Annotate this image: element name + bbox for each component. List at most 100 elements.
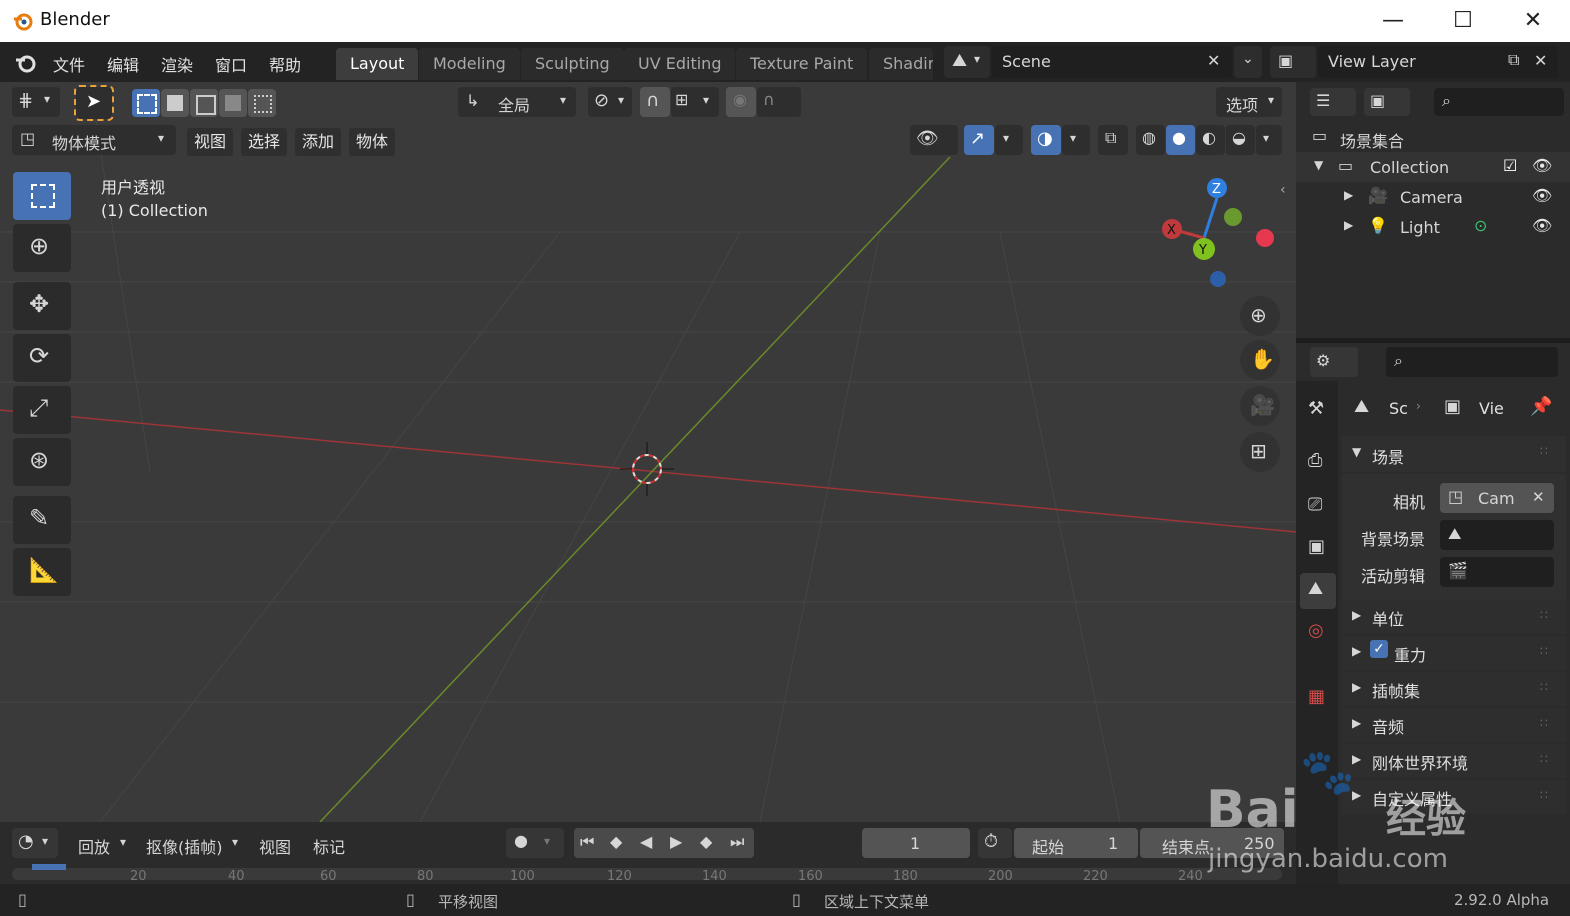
- view-layer-browse-button[interactable]: ▣: [1270, 46, 1316, 78]
- tab-render[interactable]: ⎙: [1300, 445, 1336, 481]
- tab-tool[interactable]: ⚒: [1300, 393, 1336, 429]
- tab-texture[interactable]: ▦: [1300, 681, 1336, 717]
- drag-handle-icon[interactable]: ∷: [1540, 752, 1548, 766]
- outliner-search-input[interactable]: ⌕: [1434, 88, 1564, 116]
- xray-toggle[interactable]: ⧉: [1098, 125, 1128, 155]
- frame-start-field[interactable]: 起始 1: [1014, 828, 1138, 858]
- drag-handle-icon[interactable]: ∷: [1540, 444, 1548, 458]
- prev-keyframe-icon[interactable]: ◆: [610, 832, 622, 851]
- menu-window[interactable]: 窗口: [215, 52, 247, 76]
- play-icon[interactable]: ▶: [670, 832, 682, 851]
- tool-rotate[interactable]: ⟳: [13, 334, 71, 382]
- drag-handle-icon[interactable]: ∷: [1540, 608, 1548, 622]
- auto-keying-toggle[interactable]: ● ▾: [506, 828, 564, 858]
- close-icon[interactable]: ✕: [1532, 488, 1545, 506]
- mode-dropdown[interactable]: ◳ 物体模式 ▾: [12, 125, 176, 155]
- shading-rendered[interactable]: ◒: [1226, 125, 1255, 155]
- eye-icon[interactable]: 👁: [1532, 186, 1552, 205]
- checkbox-checked-icon[interactable]: ☑: [1503, 156, 1517, 175]
- pivot-point-dropdown[interactable]: ⊘ ▾: [588, 87, 632, 117]
- options-dropdown[interactable]: 选项 ▾: [1216, 87, 1282, 117]
- menu-view[interactable]: 视图: [259, 834, 291, 858]
- panel-units[interactable]: ▶ 单位 ∷: [1342, 600, 1566, 634]
- play-reverse-icon[interactable]: ◀: [640, 832, 652, 851]
- panel-audio[interactable]: ▶ 音频 ∷: [1342, 708, 1566, 742]
- panel-keying-sets[interactable]: ▶ 插帧集 ∷: [1342, 672, 1566, 706]
- select-mode-subtract-button[interactable]: [190, 89, 218, 117]
- close-icon[interactable]: ✕: [1534, 51, 1547, 70]
- snap-target-dropdown[interactable]: ⊞ ▾: [671, 87, 719, 117]
- duplicate-icon[interactable]: ⧉: [1508, 50, 1519, 70]
- tool-cursor[interactable]: ⊕: [13, 224, 71, 272]
- falloff-dropdown[interactable]: ∩: [757, 87, 801, 117]
- visibility-dropdown[interactable]: 👁: [910, 125, 958, 155]
- next-keyframe-icon[interactable]: ◆: [700, 832, 712, 851]
- expand-arrow-icon[interactable]: ▶: [1344, 188, 1353, 202]
- tab-scene[interactable]: ⛰: [1300, 573, 1336, 609]
- timeline-editor-type-button[interactable]: ◔ ▾: [12, 828, 58, 858]
- menu-edit[interactable]: 编辑: [107, 52, 139, 76]
- menu-select[interactable]: 选择: [241, 128, 288, 156]
- panel-gravity[interactable]: ▶ ✓ 重力 ∷: [1342, 636, 1566, 670]
- tab-shading[interactable]: Shadir: [869, 48, 933, 80]
- view-layer-field[interactable]: View Layer ⧉ ✕: [1318, 46, 1558, 78]
- menu-render[interactable]: 渲染: [161, 52, 193, 76]
- menu-marker[interactable]: 标记: [313, 834, 345, 858]
- eye-icon[interactable]: 👁: [1532, 216, 1552, 235]
- gizmo-dropdown[interactable]: ▾: [995, 125, 1023, 155]
- active-clip-field[interactable]: 🎬: [1440, 557, 1554, 587]
- menu-object[interactable]: 物体: [349, 128, 396, 156]
- scene-name-field[interactable]: Scene ✕: [992, 46, 1232, 78]
- close-icon[interactable]: ✕: [1207, 51, 1220, 70]
- tool-scale[interactable]: ⤢: [13, 386, 71, 434]
- tab-modeling[interactable]: Modeling: [419, 48, 520, 80]
- drag-handle-icon[interactable]: ∷: [1540, 716, 1548, 730]
- expand-arrow-icon[interactable]: ▼: [1314, 158, 1323, 172]
- camera-field[interactable]: ◳ Cam ✕: [1440, 483, 1554, 513]
- shading-wireframe[interactable]: ◍: [1136, 125, 1165, 155]
- tool-annotate[interactable]: ✎: [13, 496, 71, 544]
- zoom-button[interactable]: ⊕: [1240, 296, 1280, 336]
- select-tool-button[interactable]: ➤: [74, 85, 114, 121]
- maximize-button[interactable]: ☐: [1440, 6, 1486, 36]
- current-frame-field[interactable]: 1: [862, 828, 970, 858]
- shading-dropdown[interactable]: ▾: [1256, 125, 1282, 155]
- gizmo-toggle[interactable]: ↗: [964, 125, 994, 155]
- expand-arrow-icon[interactable]: ▶: [1344, 218, 1353, 232]
- blender-menu-icon[interactable]: [14, 52, 38, 74]
- tool-measure[interactable]: 📐: [13, 548, 71, 596]
- outliner-row-camera[interactable]: ▶ 🎥 Camera 👁: [1296, 182, 1570, 212]
- editor-type-button[interactable]: ⋕ ▾: [12, 87, 60, 117]
- select-mode-intersect-button[interactable]: [248, 89, 276, 117]
- tab-layout[interactable]: Layout: [336, 48, 419, 80]
- navigation-gizmo[interactable]: Z X Y: [1150, 172, 1280, 292]
- shading-solid[interactable]: ●: [1166, 125, 1195, 155]
- outliner-row-light[interactable]: ▶ 💡 Light ⊙ 👁: [1296, 212, 1570, 242]
- sidebar-toggle-icon[interactable]: ‹: [1280, 182, 1286, 198]
- camera-view-button[interactable]: 🎥: [1240, 386, 1280, 426]
- shading-material[interactable]: ◐: [1196, 125, 1225, 155]
- checkbox-checked-icon[interactable]: ✓: [1370, 640, 1388, 658]
- tool-select-box[interactable]: [13, 172, 71, 220]
- close-window-button[interactable]: ✕: [1510, 6, 1556, 36]
- tab-view-layer[interactable]: ▣: [1300, 531, 1336, 567]
- scene-browse-button[interactable]: ⛰ ▾: [944, 46, 990, 78]
- preview-range-toggle[interactable]: ⏱: [978, 828, 1012, 858]
- menu-playback[interactable]: 回放 ▾: [72, 828, 134, 858]
- select-mode-invert-button[interactable]: [219, 89, 247, 117]
- pan-button[interactable]: ✋: [1240, 340, 1280, 380]
- outliner-filter-button[interactable]: ▣: [1364, 88, 1410, 116]
- 3d-viewport[interactable]: ⋕ ▾ ➤ ↳ 全局 ▾ ⊘ ▾ ∩ ⊞ ▾ ◉ ∩ 选项 ▾ ◳ 物体模式 ▾…: [0, 82, 1296, 822]
- ortho-toggle-button[interactable]: ⊞: [1240, 432, 1280, 472]
- tool-transform[interactable]: ⊛: [13, 438, 71, 486]
- outliner-display-mode-button[interactable]: ☰: [1310, 88, 1356, 116]
- drag-handle-icon[interactable]: ∷: [1540, 644, 1548, 658]
- menu-file[interactable]: 文件: [53, 52, 85, 76]
- jump-end-icon[interactable]: ⏭: [730, 832, 744, 852]
- proportional-edit-toggle[interactable]: ◉: [726, 87, 756, 117]
- tool-move[interactable]: ✥: [13, 282, 71, 330]
- drag-handle-icon[interactable]: ∷: [1540, 680, 1548, 694]
- tab-world[interactable]: ◎: [1300, 615, 1336, 651]
- tab-output[interactable]: ⎚: [1300, 489, 1336, 525]
- menu-view[interactable]: 视图: [187, 128, 234, 156]
